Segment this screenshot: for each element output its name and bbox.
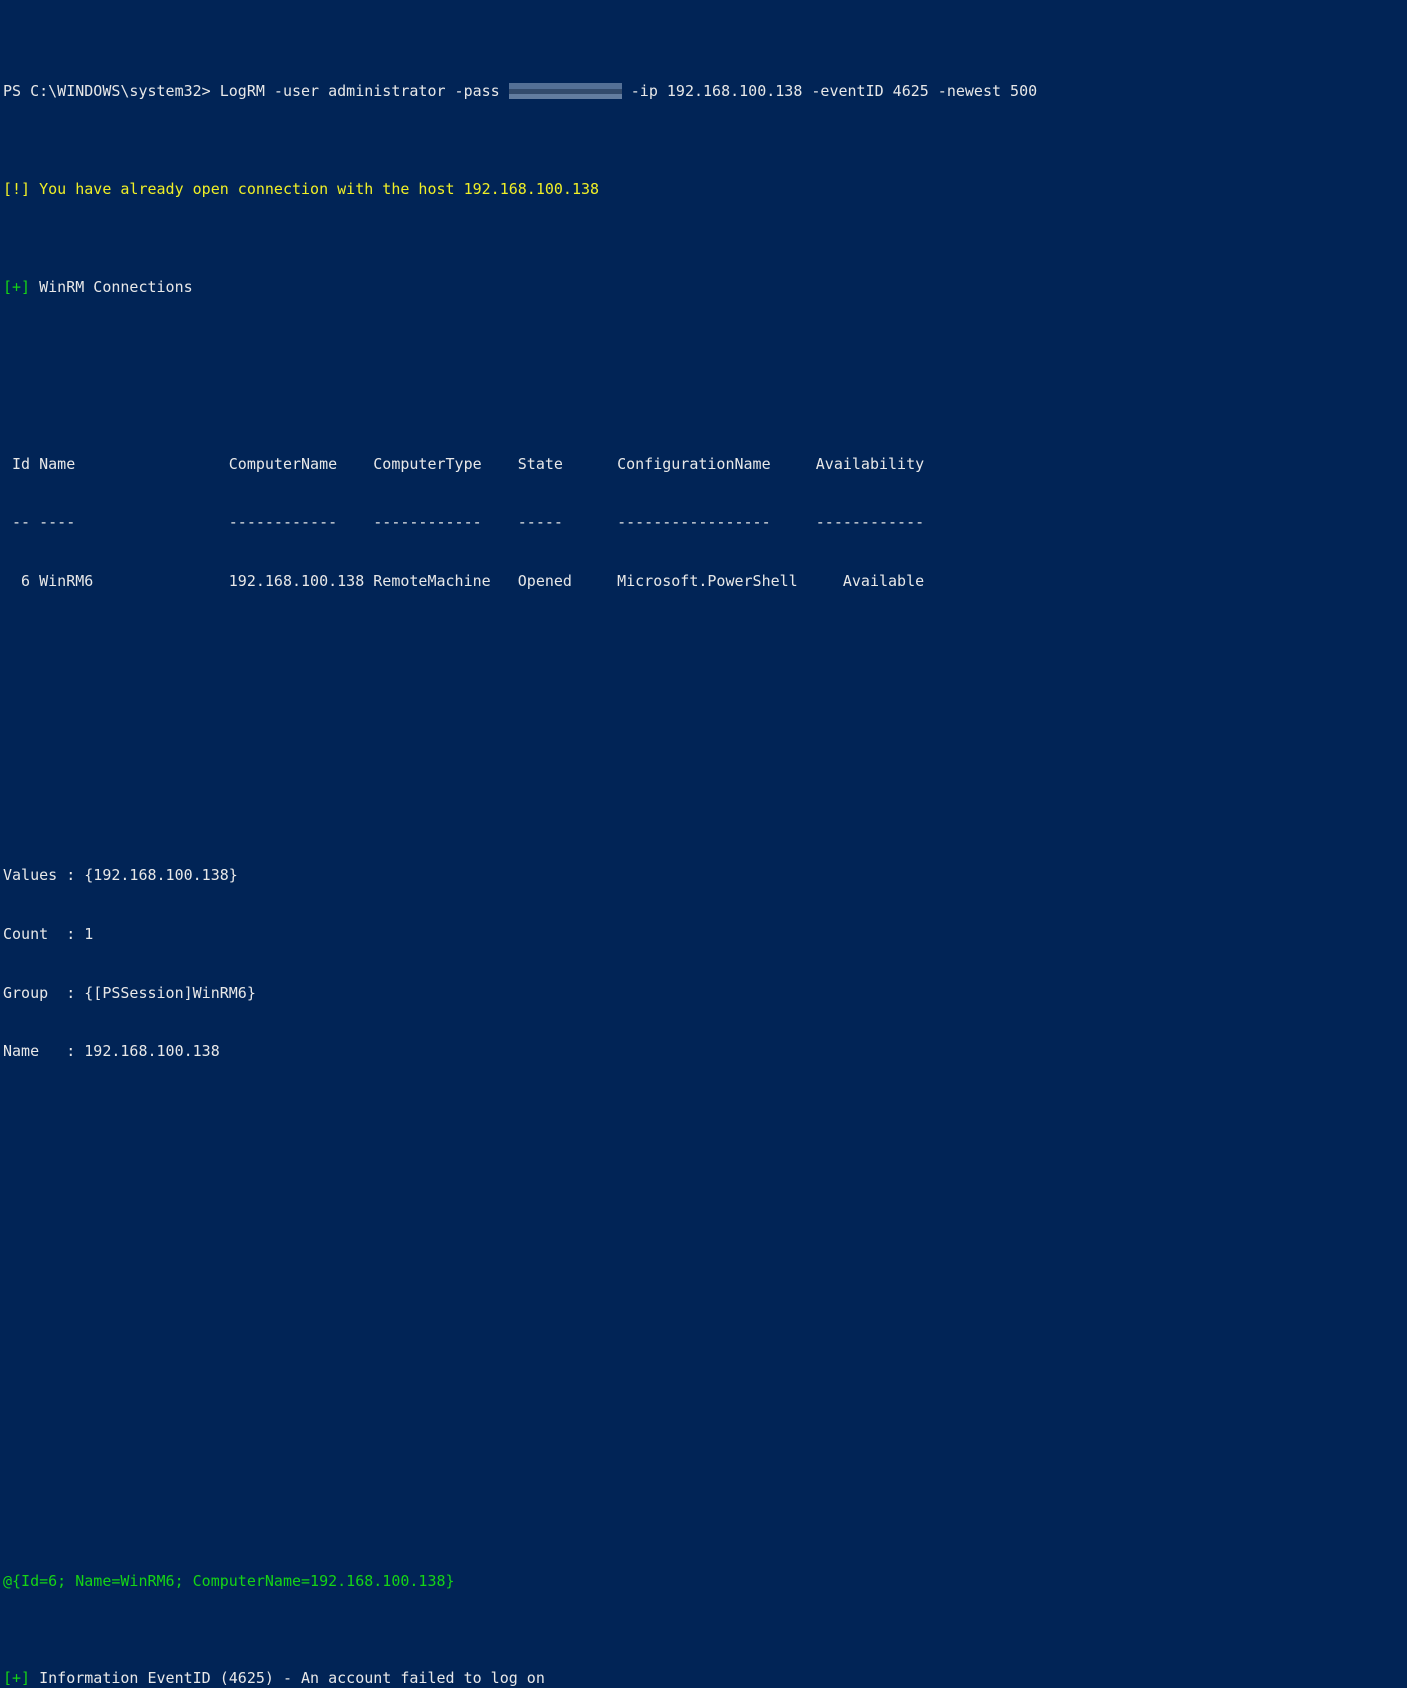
- group-info-values: Values : {192.168.100.138}: [3, 866, 238, 885]
- group-info-group: Group : {[PSSession]WinRM6}: [3, 983, 256, 1002]
- command-text-after-password: -ip 192.168.100.138 -eventID 4625 -newes…: [621, 82, 1038, 101]
- event-message: Information EventID (4625) - An account …: [30, 1669, 545, 1688]
- group-info-name: Name : 192.168.100.138: [3, 1042, 220, 1061]
- winrm-prefix: [+]: [3, 278, 31, 297]
- prompt-line: PS C:\WINDOWS\system32> LogRM -user admi…: [3, 82, 1407, 102]
- command-text-before-password: LogRM -user administrator -pass: [210, 82, 509, 101]
- winrm-message: WinRM Connections: [30, 278, 193, 297]
- powershell-console[interactable]: PS C:\WINDOWS\system32> LogRM -user admi…: [0, 0, 1407, 1687]
- group-info-count: Count : 1: [3, 924, 94, 943]
- session-object-line: @{Id=6; Name=WinRM6; ComputerName=192.16…: [3, 1572, 1407, 1592]
- table-row: 6 WinRM6 192.168.100.138 RemoteMachine O…: [3, 572, 925, 591]
- warning-line: [!] You have already open connection wit…: [3, 180, 1407, 200]
- winrm-connections-line: [+] WinRM Connections: [3, 278, 1407, 298]
- winrm-table-separator: -- ---- ------------ ------------ ----- …: [3, 513, 925, 532]
- password-redaction-block: [508, 83, 622, 100]
- winrm-table-header: Id Name ComputerName ComputerType State …: [3, 454, 925, 473]
- event-info-line: [+] Information EventID (4625) - An acco…: [3, 1669, 1407, 1688]
- prompt-path: PS C:\WINDOWS\system32>: [3, 82, 211, 101]
- warning-prefix: [!]: [3, 180, 31, 199]
- session-object-text: @{Id=6; Name=WinRM6; ComputerName=192.16…: [3, 1571, 455, 1590]
- event-prefix: [+]: [3, 1669, 31, 1688]
- warning-message: You have already open connection with th…: [30, 180, 600, 199]
